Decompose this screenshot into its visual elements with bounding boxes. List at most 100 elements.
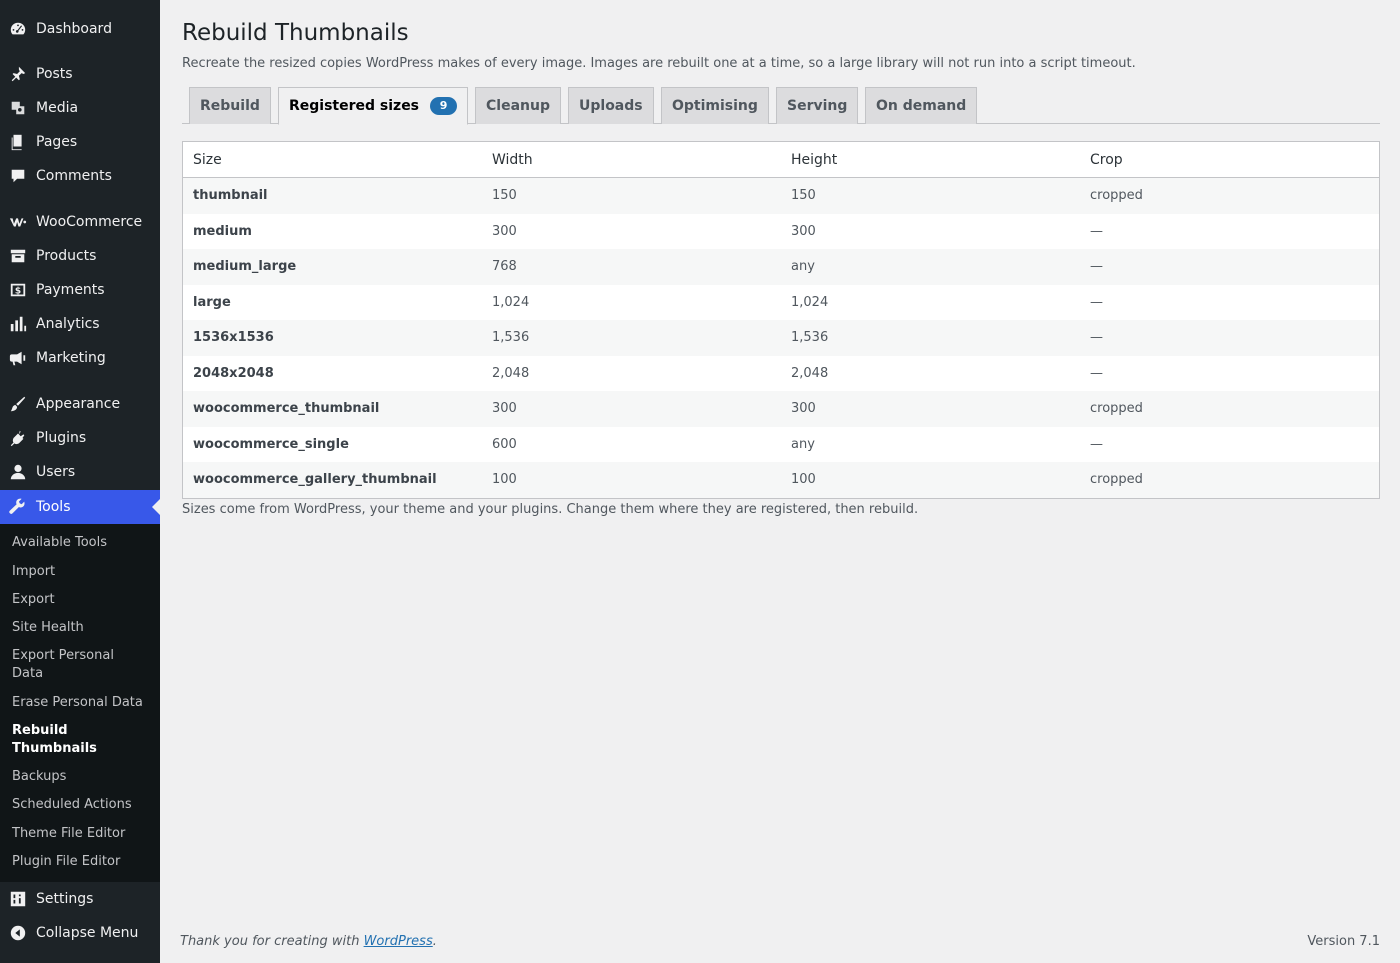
megaphone-icon (0, 341, 36, 375)
menu-payments[interactable]: $ Payments (0, 273, 160, 307)
tab-label: Cleanup (486, 98, 550, 114)
submenu-scheduled-actions[interactable]: Scheduled Actions (12, 796, 152, 814)
table-row: 1536x1536 1,536 1,536 — (183, 320, 1379, 356)
cell-crop: — (1090, 294, 1103, 310)
cell-width: 768 (492, 259, 517, 275)
tab-serving[interactable]: Serving (776, 87, 859, 124)
collapse-arrow-icon (0, 916, 36, 950)
menu-posts[interactable]: Posts (0, 57, 160, 91)
cell-crop: cropped (1090, 401, 1143, 417)
menu-appearance[interactable]: Appearance (0, 387, 160, 421)
table-row: medium_large 768 any — (183, 249, 1379, 285)
cell-crop: cropped (1090, 188, 1143, 204)
menu-marketing[interactable]: Marketing (0, 341, 160, 375)
menu-label: Appearance (36, 396, 121, 412)
cell-height: 300 (791, 223, 816, 239)
cell-width: 2,048 (492, 365, 530, 381)
submenu-available-tools[interactable]: Available Tools (12, 534, 152, 552)
cell-width: 1,024 (492, 294, 530, 310)
cell-width: 300 (492, 401, 517, 417)
menu-dashboard[interactable]: Dashboard (0, 12, 160, 46)
cell-size: woocommerce_single (193, 436, 349, 452)
tab-on-demand[interactable]: On demand (865, 87, 978, 124)
page-description: Recreate the resized copies WordPress ma… (182, 56, 1136, 71)
menu-woocommerce[interactable]: WooCommerce (0, 205, 160, 239)
menu-label: Pages (36, 134, 78, 150)
cell-width: 600 (492, 436, 517, 452)
cell-size: 2048x2048 (193, 365, 274, 381)
table-row: medium 300 300 — (183, 214, 1379, 250)
tab-bar: Rebuild Registered sizes 9 Cleanup Upload… (182, 87, 1380, 125)
cell-crop: — (1090, 259, 1103, 275)
tab-label: Optimising (672, 98, 758, 114)
menu-label: Marketing (36, 350, 106, 366)
tab-label: On demand (876, 98, 967, 114)
dollar-icon: $ (0, 273, 36, 307)
wordpress-link[interactable]: WordPress (364, 934, 433, 949)
wrench-icon (0, 490, 36, 524)
menu-label: Plugins (36, 430, 87, 446)
table-row: woocommerce_single 600 any — (183, 427, 1379, 463)
menu-analytics[interactable]: Analytics (0, 307, 160, 341)
cell-height: any (791, 259, 815, 275)
plug-icon (0, 421, 36, 455)
menu-settings[interactable]: Settings (0, 882, 160, 916)
table-row: thumbnail 150 150 cropped (183, 178, 1379, 214)
cell-crop: — (1090, 436, 1103, 452)
collapse-menu-button[interactable]: Collapse Menu (0, 916, 160, 950)
table-row: 2048x2048 2,048 2,048 — (183, 356, 1379, 392)
tab-uploads[interactable]: Uploads (568, 87, 654, 124)
cell-size: medium (193, 223, 252, 239)
sliders-icon (0, 882, 36, 916)
cell-size: thumbnail (193, 188, 268, 204)
comment-icon (0, 159, 36, 193)
submenu-export[interactable]: Export (12, 591, 152, 609)
media-icon (0, 91, 36, 125)
menu-label: Comments (36, 168, 112, 184)
menu-label: Media (36, 100, 79, 116)
submenu-theme-file-editor[interactable]: Theme File Editor (12, 825, 152, 843)
admin-sidebar: Dashboard Posts Media Pages Comments Woo… (0, 0, 160, 963)
menu-media[interactable]: Media (0, 91, 160, 125)
bar-chart-icon (0, 307, 36, 341)
menu-users[interactable]: Users (0, 455, 160, 489)
submenu-site-health[interactable]: Site Health (12, 619, 152, 637)
menu-label: WooCommerce (36, 214, 143, 230)
submenu-rebuild-thumbnails[interactable]: Rebuild Thumbnails (12, 722, 122, 758)
cell-height: 300 (791, 401, 816, 417)
submenu-erase-personal-data[interactable]: Erase Personal Data (12, 694, 152, 712)
svg-text:$: $ (15, 287, 21, 297)
sizes-table: Size Width Height Crop thumbnail 150 150 cr… (182, 141, 1380, 499)
submenu-plugin-file-editor[interactable]: Plugin File Editor (12, 853, 152, 871)
cell-size: large (193, 294, 231, 310)
tab-rebuild[interactable]: Rebuild (189, 87, 271, 124)
footer-thanks: Thank you for creating with WordPress. (180, 934, 437, 949)
footer-thanks-prefix: Thank you for creating with (180, 934, 364, 949)
menu-pages[interactable]: Pages (0, 125, 160, 159)
count-badge: 9 (430, 97, 458, 115)
submenu-import[interactable]: Import (12, 563, 152, 581)
pin-icon (0, 57, 36, 91)
cell-height: any (791, 436, 815, 452)
submenu-export-personal-data[interactable]: Export Personal Data (12, 647, 132, 683)
footer-version: Version 7.1 (1307, 934, 1380, 949)
submenu-backups[interactable]: Backups (12, 768, 152, 786)
menu-tools[interactable]: Tools (0, 490, 160, 524)
tab-label: Uploads (579, 98, 643, 114)
cell-height: 1,024 (791, 294, 829, 310)
menu-label: Analytics (36, 316, 100, 332)
tab-cleanup[interactable]: Cleanup (475, 87, 561, 124)
menu-comments[interactable]: Comments (0, 159, 160, 193)
tab-optimising[interactable]: Optimising (661, 87, 769, 124)
menu-label: Users (36, 464, 76, 480)
menu-label: Products (36, 248, 97, 264)
cell-width: 1,536 (492, 330, 530, 346)
menu-products[interactable]: Products (0, 239, 160, 273)
tab-registered-sizes[interactable]: Registered sizes 9 (278, 87, 469, 125)
tools-submenu: Available Tools Import Export Site Healt… (0, 524, 160, 882)
menu-label: Settings (36, 891, 94, 907)
column-header-crop: Crop (1090, 151, 1123, 168)
menu-plugins[interactable]: Plugins (0, 421, 160, 455)
cell-crop: — (1090, 365, 1103, 381)
cell-crop: — (1090, 330, 1103, 346)
